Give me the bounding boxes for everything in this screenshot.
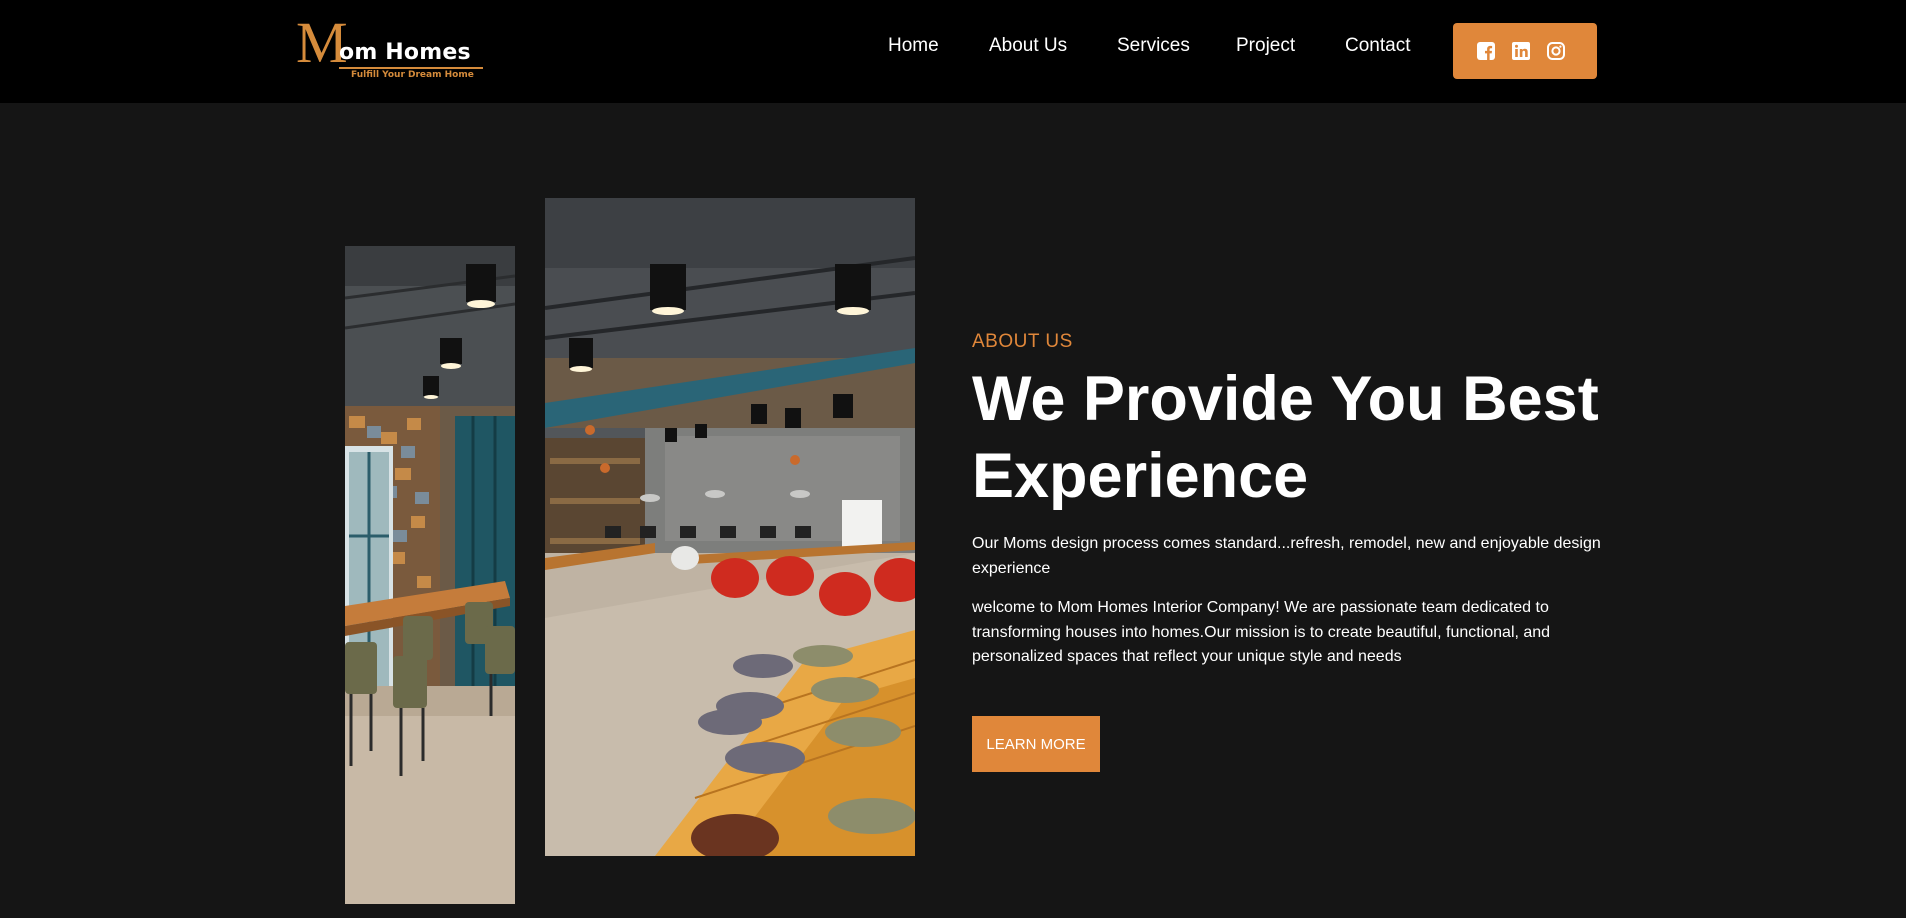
learn-more-button[interactable]: LEARN MORE: [972, 716, 1100, 772]
linkedin-icon[interactable]: [1511, 41, 1531, 61]
interior-photo-main: [545, 198, 915, 856]
about-paragraph-2: welcome to Mom Homes Interior Company! W…: [972, 599, 1551, 665]
logo-underline: [339, 67, 483, 69]
nav-services[interactable]: Services: [1117, 35, 1190, 57]
logo-brand-name: om Homes: [339, 40, 471, 65]
nav-contact[interactable]: Contact: [1345, 35, 1410, 57]
nav-home[interactable]: Home: [888, 35, 939, 57]
social-links: [1453, 23, 1597, 79]
section-eyebrow: ABOUT US: [972, 331, 1073, 352]
section-headline: We Provide You Best Experience: [972, 364, 1599, 511]
logo-tagline: Fulfill Your Dream Home: [351, 70, 474, 80]
facebook-icon[interactable]: [1476, 41, 1496, 61]
site-header: M om Homes Fulfill Your Dream Home Home …: [0, 0, 1906, 103]
about-paragraph-1: Our Moms design process comes standard..…: [972, 535, 1601, 577]
nav-project[interactable]: Project: [1236, 35, 1295, 57]
instagram-icon[interactable]: [1546, 41, 1566, 61]
nav-about-us[interactable]: About Us: [989, 35, 1067, 57]
interior-photo-narrow: [345, 246, 515, 904]
brand-logo[interactable]: M om Homes Fulfill Your Dream Home: [296, 14, 491, 82]
